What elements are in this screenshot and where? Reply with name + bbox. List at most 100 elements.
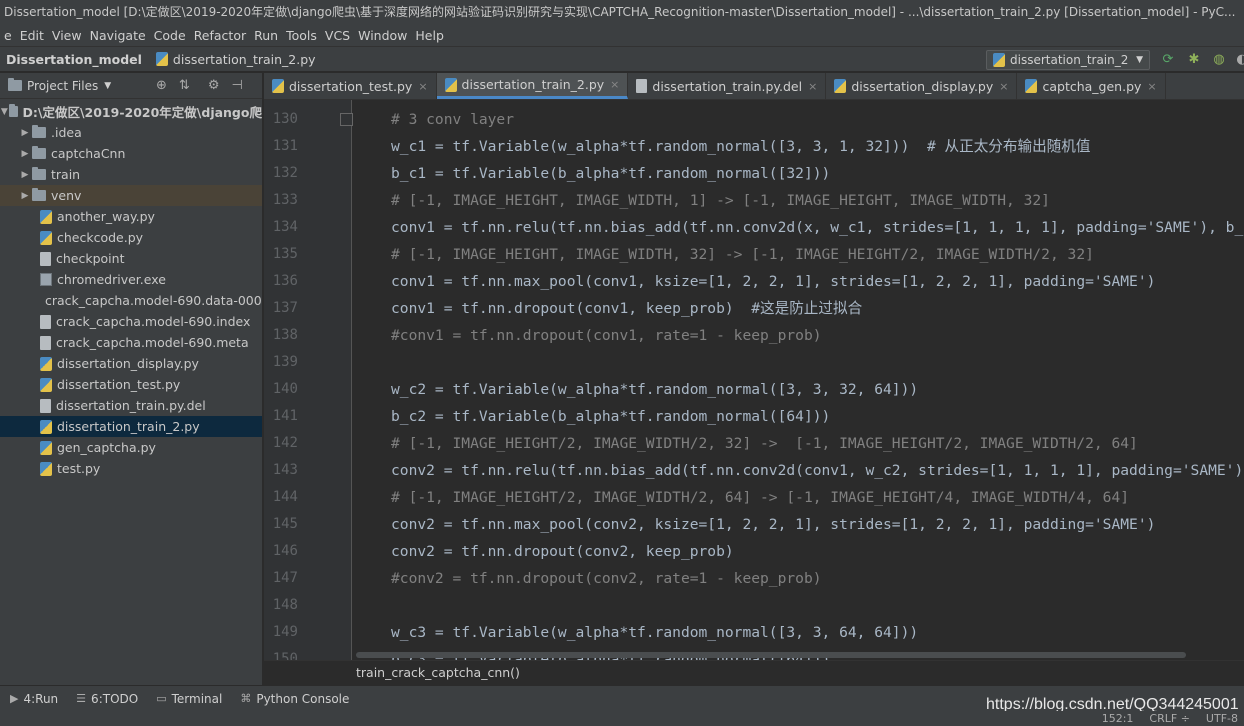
line-number: 146 bbox=[272, 543, 298, 559]
run-icon[interactable]: ⟳ bbox=[1160, 52, 1176, 68]
tree-file[interactable]: crack_capcha.model-690.meta bbox=[0, 332, 262, 353]
tool-window-icon: ⌘ bbox=[240, 692, 252, 705]
python-file-icon bbox=[40, 419, 52, 434]
code-line: # [-1, IMAGE_HEIGHT, IMAGE_WIDTH, 32] ->… bbox=[391, 246, 1094, 263]
tree-file[interactable]: checkpoint bbox=[0, 248, 262, 269]
tree-file[interactable]: test.py bbox=[0, 458, 262, 479]
menu-item[interactable]: Navigate bbox=[90, 28, 146, 43]
menu-item[interactable]: Edit bbox=[20, 28, 44, 43]
code-line: # [-1, IMAGE_HEIGHT/2, IMAGE_WIDTH/2, 32… bbox=[391, 435, 1138, 452]
breadcrumb-file[interactable]: dissertation_train_2.py bbox=[155, 52, 316, 67]
editor-tab[interactable]: dissertation_train.py.del × bbox=[628, 73, 827, 99]
tree-folder[interactable]: ▶ captchaCnn bbox=[0, 143, 262, 164]
tool-window-button[interactable]: ☰ 6: TODO bbox=[76, 692, 138, 706]
tree-folder[interactable]: ▶ venv bbox=[0, 185, 262, 206]
chevron-right-icon[interactable]: ▶ bbox=[18, 128, 32, 138]
line-number: 138 bbox=[272, 327, 298, 343]
folder-icon bbox=[32, 146, 46, 159]
menu-item[interactable]: Code bbox=[154, 28, 186, 43]
tree-file-label: crack_capcha.model-690.index bbox=[56, 314, 251, 329]
tree-file[interactable]: another_way.py bbox=[0, 206, 262, 227]
menu-item[interactable]: Tools bbox=[286, 28, 317, 43]
coverage-icon[interactable]: ◍ bbox=[1211, 52, 1227, 68]
chevron-down-icon[interactable]: ▼ bbox=[104, 81, 111, 91]
tool-window-icon: ▭ bbox=[156, 692, 167, 705]
python-file-icon bbox=[40, 209, 52, 224]
tree-folder-label: captchaCnn bbox=[51, 146, 126, 161]
text-file-icon bbox=[636, 79, 648, 93]
tree-file[interactable]: dissertation_test.py bbox=[0, 374, 262, 395]
menu-item[interactable]: e bbox=[4, 28, 12, 43]
tree-file[interactable]: crack_capcha.model-690.data-0000 bbox=[0, 290, 262, 311]
profile-icon[interactable]: ◐ bbox=[1234, 52, 1244, 68]
hide-panel-icon[interactable]: ⊣ bbox=[231, 78, 242, 93]
file-encoding[interactable]: UTF-8 bbox=[1206, 712, 1238, 725]
line-separator[interactable]: CRLF ÷ bbox=[1149, 712, 1190, 725]
tool-window-label: Terminal bbox=[171, 691, 223, 706]
code-line: conv1 = tf.nn.dropout(conv1, keep_prob) … bbox=[391, 300, 863, 317]
executable-file-icon bbox=[40, 273, 52, 286]
editor-tab[interactable]: dissertation_display.py × bbox=[826, 73, 1018, 99]
close-icon[interactable]: × bbox=[1147, 80, 1156, 93]
project-files-dropdown[interactable]: Project Files bbox=[27, 79, 98, 93]
tree-file-label: crack_capcha.model-690.meta bbox=[56, 335, 249, 350]
tree-file-label: test.py bbox=[57, 461, 101, 476]
tree-file-label: another_way.py bbox=[57, 209, 155, 224]
fold-marker-icon[interactable] bbox=[340, 113, 353, 126]
tool-window-button[interactable]: ⌘ Python Console bbox=[240, 692, 349, 706]
tool-window-number: 4 bbox=[23, 691, 32, 706]
code-breadcrumb[interactable]: train_crack_captcha_cnn() bbox=[264, 660, 1244, 684]
folder-icon bbox=[32, 188, 46, 201]
chevron-right-icon[interactable]: ▶ bbox=[18, 170, 32, 180]
chevron-down-icon[interactable]: ▼ bbox=[0, 107, 9, 117]
navigation-bar: Dissertation_model dissertation_train_2.… bbox=[0, 46, 1244, 72]
tree-file[interactable]: dissertation_display.py bbox=[0, 353, 262, 374]
menu-item[interactable]: View bbox=[52, 28, 82, 43]
close-icon[interactable]: × bbox=[418, 80, 427, 93]
code-line: b_c1 = tf.Variable(b_alpha*tf.random_nor… bbox=[391, 165, 831, 182]
tree-folder[interactable]: ▶ train bbox=[0, 164, 262, 185]
python-file-icon bbox=[834, 79, 847, 93]
editor-tab[interactable]: dissertation_train_2.py × bbox=[436, 73, 629, 99]
tree-file[interactable]: crack_capcha.model-690.index bbox=[0, 311, 262, 332]
close-icon[interactable]: × bbox=[808, 80, 817, 93]
run-configuration-select[interactable]: dissertation_train_2 ▼ bbox=[986, 50, 1150, 70]
line-number: 148 bbox=[272, 597, 298, 613]
tree-file[interactable]: dissertation_train_2.py bbox=[0, 416, 262, 437]
editor-tab[interactable]: captcha_gen.py × bbox=[1017, 73, 1166, 99]
code-editor[interactable]: 130 # 3 conv layer 131 w_c1 = tf.Variable(w… bbox=[264, 100, 1244, 660]
tree-folder-label: train bbox=[51, 167, 81, 182]
editor-tab[interactable]: dissertation_test.py × bbox=[264, 73, 437, 99]
line-number: 130 bbox=[272, 111, 298, 127]
menu-item[interactable]: VCS bbox=[325, 28, 350, 43]
close-icon[interactable]: × bbox=[610, 78, 619, 91]
chevron-right-icon[interactable]: ▶ bbox=[18, 149, 32, 159]
collapse-all-icon[interactable]: ⇅ bbox=[179, 78, 190, 93]
gear-icon[interactable]: ⚙ bbox=[208, 78, 220, 93]
tree-file[interactable]: checkcode.py bbox=[0, 227, 262, 248]
tree-file-label: gen_captcha.py bbox=[57, 440, 156, 455]
breadcrumb-project[interactable]: Dissertation_model bbox=[6, 52, 142, 67]
line-number: 145 bbox=[272, 516, 298, 532]
locate-icon[interactable]: ⊕ bbox=[156, 78, 167, 93]
chevron-right-icon[interactable]: ▶ bbox=[18, 191, 32, 201]
menu-item[interactable]: Run bbox=[254, 28, 278, 43]
debug-icon[interactable]: ✱ bbox=[1186, 52, 1202, 68]
line-number: 142 bbox=[272, 435, 298, 451]
horizontal-scrollbar[interactable] bbox=[356, 652, 1186, 658]
close-icon[interactable]: × bbox=[999, 80, 1008, 93]
tree-file[interactable]: gen_captcha.py bbox=[0, 437, 262, 458]
menu-item[interactable]: Refactor bbox=[194, 28, 246, 43]
line-number: 133 bbox=[272, 192, 298, 208]
cursor-position[interactable]: 152:1 bbox=[1102, 712, 1134, 725]
python-file-icon bbox=[40, 461, 52, 476]
menu-item[interactable]: Window bbox=[358, 28, 407, 43]
tree-file[interactable]: dissertation_train.py.del bbox=[0, 395, 262, 416]
tree-folder[interactable]: ▶ .idea bbox=[0, 122, 262, 143]
tool-window-button[interactable]: ▶ 4: Run bbox=[10, 692, 58, 706]
tree-file[interactable]: chromedriver.exe bbox=[0, 269, 262, 290]
folder-icon bbox=[32, 125, 46, 138]
tree-root[interactable]: ▼ D:\定做区\2019-2020年定做\django爬 bbox=[0, 101, 262, 122]
tool-window-button[interactable]: ▭ Terminal bbox=[156, 692, 222, 706]
menu-item[interactable]: Help bbox=[415, 28, 444, 43]
